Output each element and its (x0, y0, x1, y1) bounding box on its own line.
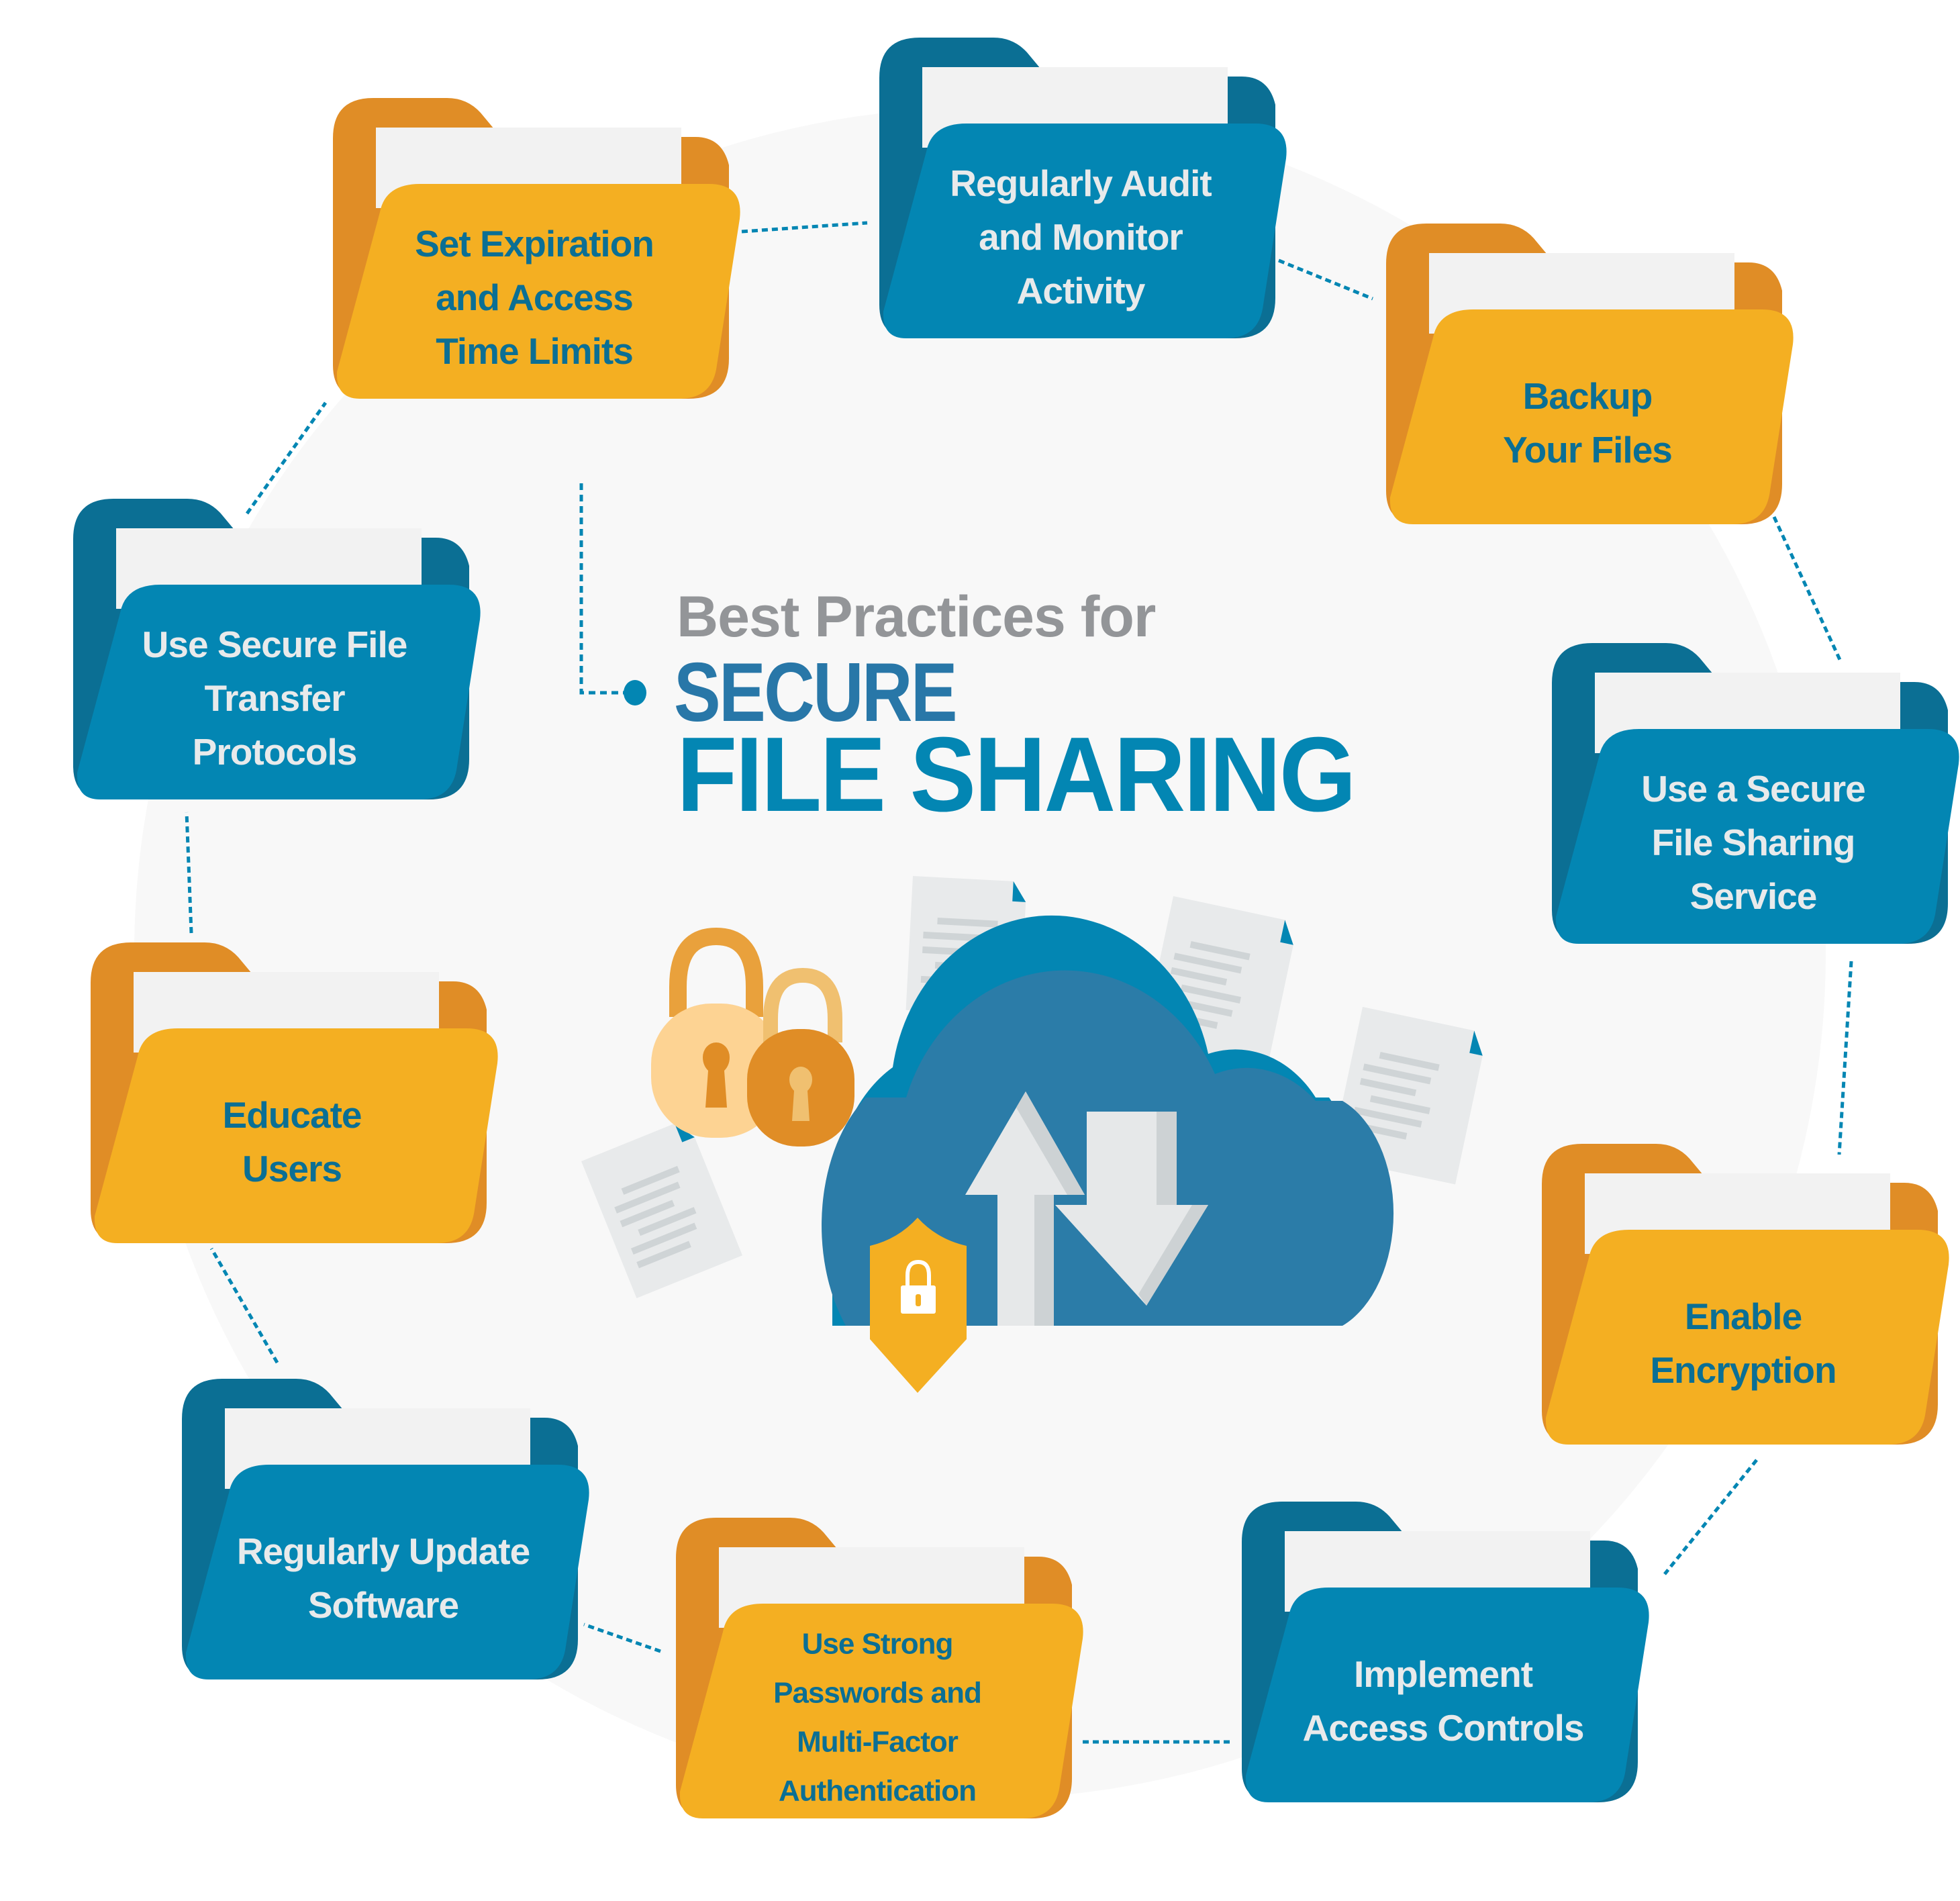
folder-front-icon (1545, 1230, 1949, 1445)
title-bullet-dot (624, 680, 646, 705)
folder-label: Set Expiration and Access Time Limits (415, 223, 654, 372)
title-file-sharing: FILE SHARING (677, 716, 1355, 834)
folder-set-expiration[interactable]: Set Expiration and Access Time Limits (333, 98, 740, 399)
folder-label-line: Transfer (204, 677, 345, 719)
folder-label-line: Your Files (1503, 429, 1672, 471)
folder-label-line: Use Strong (802, 1627, 953, 1660)
folder-secure-transfer-protocols[interactable]: Use Secure File Transfer Protocols (73, 499, 481, 799)
connector-dotted-line (1663, 1459, 1758, 1575)
folder-label-line: Passwords and (773, 1676, 981, 1709)
folder-label-line: Activity (1017, 270, 1146, 311)
folder-label-line: Encryption (1650, 1349, 1836, 1391)
folder-label-line: Set Expiration (415, 223, 654, 264)
folder-audit-monitor[interactable]: Regularly Audit and Monitor Activity (879, 38, 1287, 338)
folder-strong-passwords-mfa[interactable]: Use Strong Passwords and Multi-Factor Authe… (676, 1518, 1083, 1818)
folder-label-line: Implement (1354, 1653, 1533, 1695)
folder-front-icon (94, 1028, 498, 1243)
folder-label-line: Enable (1685, 1296, 1802, 1337)
folder-backup-files[interactable]: Backup Your Files (1386, 224, 1794, 524)
connector-dotted-line (1772, 516, 1843, 663)
folder-front-icon (1389, 309, 1794, 524)
folder-label-line: File Sharing (1652, 822, 1855, 863)
folder-label-line: Regularly Update (237, 1530, 530, 1572)
folder-label-line: Regularly Audit (950, 162, 1212, 204)
folder-label-line: Protocols (193, 731, 357, 773)
folder-label-line: Use Secure File (142, 624, 407, 665)
connector-dotted-line (1837, 961, 1853, 1155)
folder-label-line: and Monitor (979, 216, 1183, 258)
folder-enable-encryption[interactable]: Enable Encryption (1542, 1144, 1949, 1445)
title-kicker: Best Practices for (677, 585, 1156, 649)
folder-access-controls[interactable]: Implement Access Controls (1242, 1502, 1649, 1802)
folder-secure-sharing-service[interactable]: Use a Secure File Sharing Service (1552, 643, 1959, 944)
folder-educate-users[interactable]: Educate Users (91, 942, 498, 1243)
folder-label-line: Access Controls (1302, 1707, 1583, 1749)
folder-front-icon (185, 1465, 589, 1679)
folder-label-line: and Access (436, 277, 633, 318)
folder-label-line: Time Limits (436, 330, 633, 372)
folder-label-line: Backup (1523, 375, 1653, 417)
folder-label-line: Educate (223, 1094, 362, 1136)
infographic-canvas: Best Practices for SECURE FILE SHARING S… (73, 38, 1959, 1818)
folder-label-line: Service (1690, 875, 1817, 917)
folder-label-line: Users (242, 1148, 342, 1189)
folder-label-line: Multi-Factor (797, 1725, 959, 1758)
folder-update-software[interactable]: Regularly Update Software (182, 1379, 589, 1679)
folder-label-line: Software (308, 1584, 458, 1626)
folder-label-line: Authentication (779, 1774, 976, 1807)
folder-front-icon (1245, 1588, 1649, 1802)
folder-label-line: Use a Secure (1641, 768, 1865, 810)
